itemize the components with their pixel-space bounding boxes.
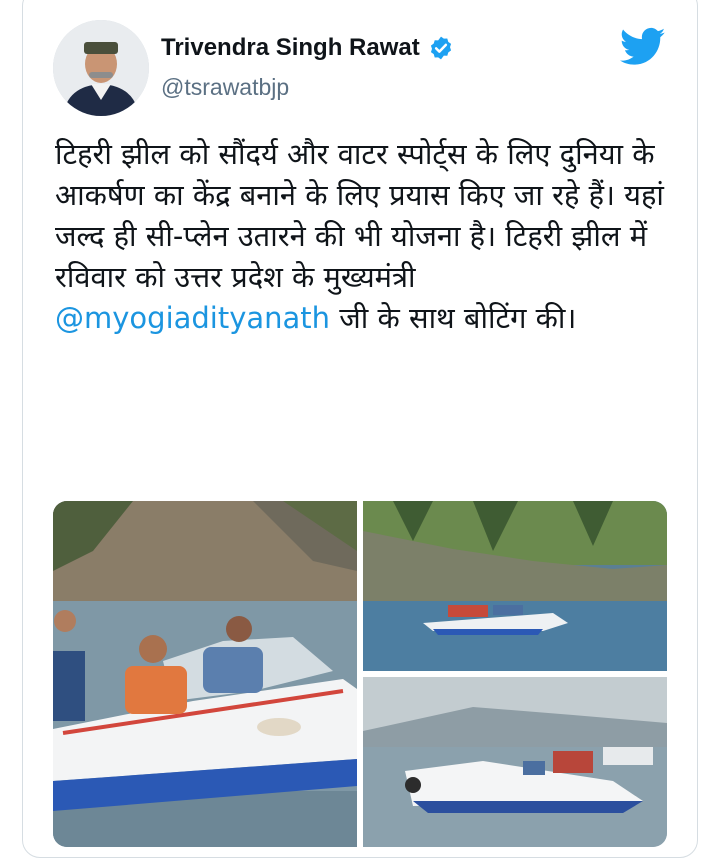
author-name[interactable]: Trivendra Singh Rawat <box>161 34 420 62</box>
tweet-text: टिहरी झील को सौंदर्य और वाटर स्पोर्ट्स क… <box>55 134 670 339</box>
verified-badge-icon <box>430 36 451 60</box>
boating-photo-lake-group[interactable] <box>363 677 667 847</box>
twitter-bird-icon[interactable] <box>620 27 666 67</box>
mention-link[interactable]: @myogiadityanath <box>55 301 330 335</box>
author-handle[interactable]: @tsrawatbjp <box>161 74 289 101</box>
tweet-media-grid[interactable] <box>53 501 667 847</box>
tweet-text-part2: जी के साथ बोटिंग की। <box>330 301 577 335</box>
boating-photo-closeup[interactable] <box>53 501 357 847</box>
author-avatar[interactable] <box>53 20 149 116</box>
boating-photo-lake-wide[interactable] <box>363 501 667 671</box>
tweet-text-part1: टिहरी झील को सौंदर्य और वाटर स्पोर्ट्स क… <box>55 137 664 294</box>
author-name-row[interactable]: Trivendra Singh Rawat <box>161 34 454 62</box>
